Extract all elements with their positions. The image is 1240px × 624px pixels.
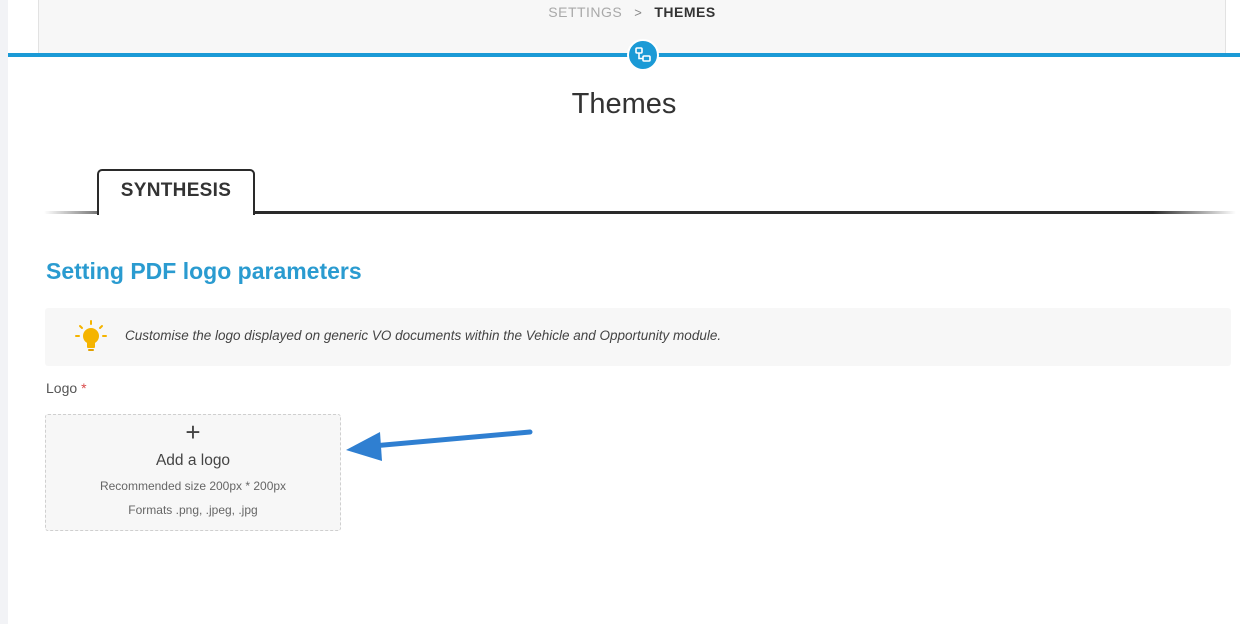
section-title: Setting PDF logo parameters [46, 258, 362, 284]
info-banner: Customise the logo displayed on generic … [45, 308, 1231, 366]
logo-field-label: Logo * [46, 380, 87, 396]
tab-synthesis[interactable]: SYNTHESIS [97, 169, 255, 215]
logo-upload-dropzone[interactable]: + Add a logo Recommended size 200px * 20… [45, 414, 341, 531]
lightbulb-icon [75, 320, 107, 351]
page: SETTINGS > THEMES Themes SYNTHESIS Setting… [8, 0, 1240, 624]
add-logo-label: Add a logo [155, 452, 231, 469]
page-title: Themes [571, 88, 677, 120]
logo-label-text: Logo [46, 380, 78, 396]
network-icon [627, 39, 659, 71]
header-divider [8, 53, 1240, 57]
breadcrumb-current: THEMES [654, 4, 716, 20]
arrow-icon [346, 429, 533, 461]
formats-hint: Formats .png, .jpeg, .jpg [128, 503, 258, 517]
breadcrumb-separator-icon: > [634, 5, 643, 20]
plus-icon: + [185, 417, 201, 447]
breadcrumb-settings-link[interactable]: SETTINGS [548, 4, 622, 20]
info-text: Customise the logo displayed on generic … [125, 328, 722, 343]
recommended-size-hint: Recommended size 200px * 200px [99, 479, 287, 493]
required-marker: * [81, 380, 87, 396]
breadcrumb: SETTINGS > THEMES [39, 2, 1225, 23]
